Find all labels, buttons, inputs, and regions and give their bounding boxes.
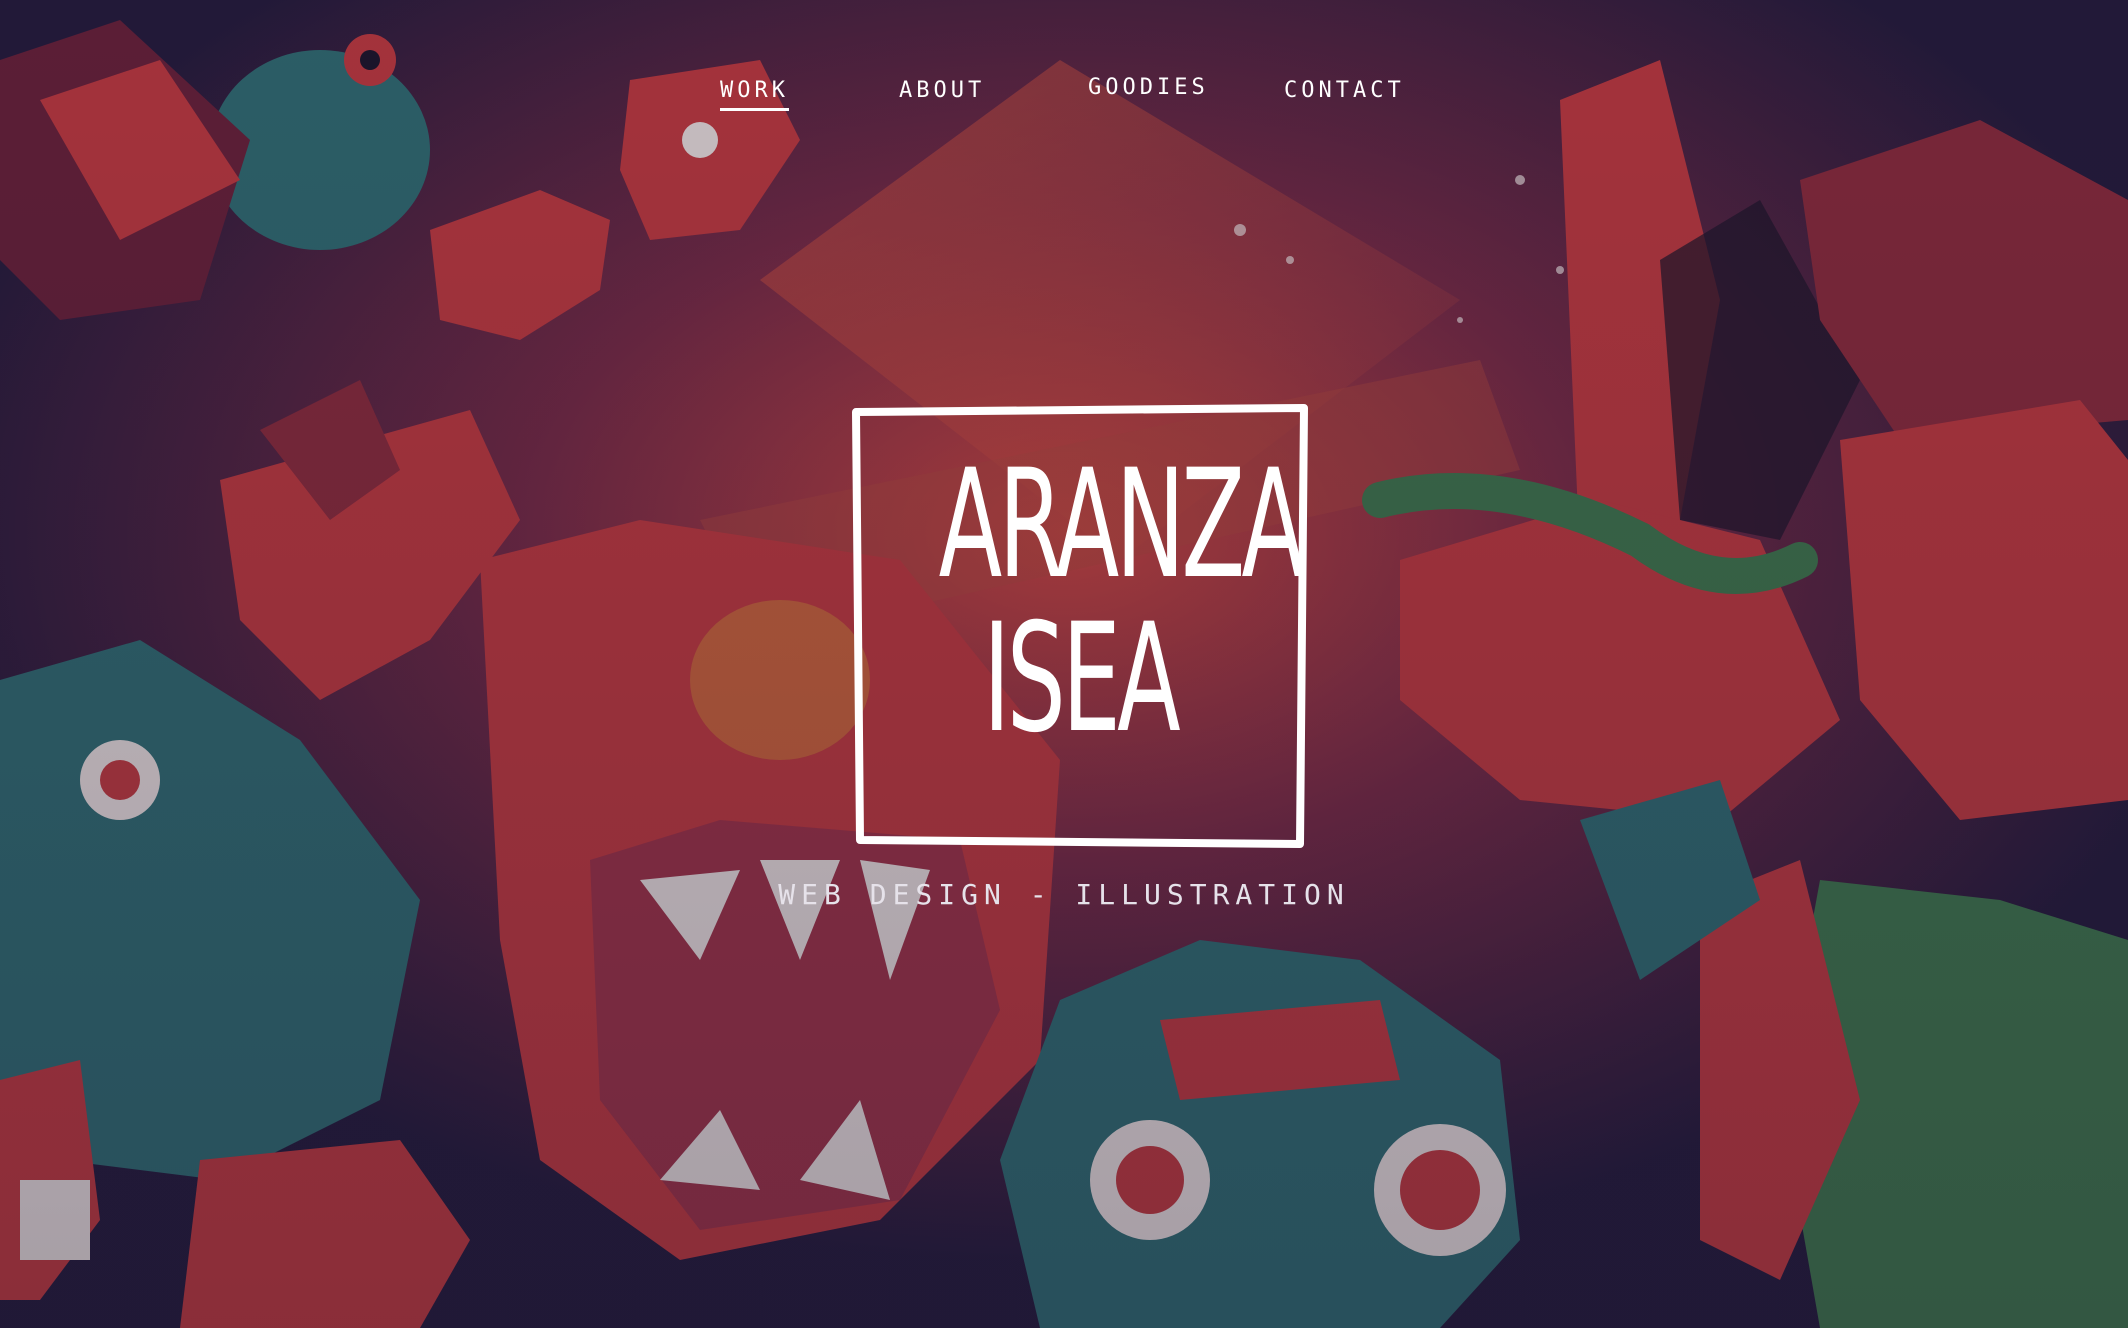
logo-line-1: ARANZA bbox=[938, 438, 1305, 612]
nav-item-goodies[interactable]: GOODIES bbox=[1088, 75, 1209, 108]
logo-line-2: ISEA bbox=[983, 592, 1181, 766]
hero-section: WORK ABOUT GOODIES CONTACT ARANZA ISEA W… bbox=[0, 0, 2128, 1328]
nav-item-about[interactable]: ABOUT bbox=[899, 78, 985, 111]
nav-item-contact[interactable]: CONTACT bbox=[1284, 78, 1405, 111]
site-logo[interactable]: ARANZA ISEA bbox=[852, 404, 1308, 850]
main-nav: WORK ABOUT GOODIES CONTACT bbox=[0, 0, 2128, 140]
site-tagline: WEB DESIGN - ILLUSTRATION bbox=[778, 878, 1350, 911]
nav-item-work[interactable]: WORK bbox=[720, 78, 789, 111]
